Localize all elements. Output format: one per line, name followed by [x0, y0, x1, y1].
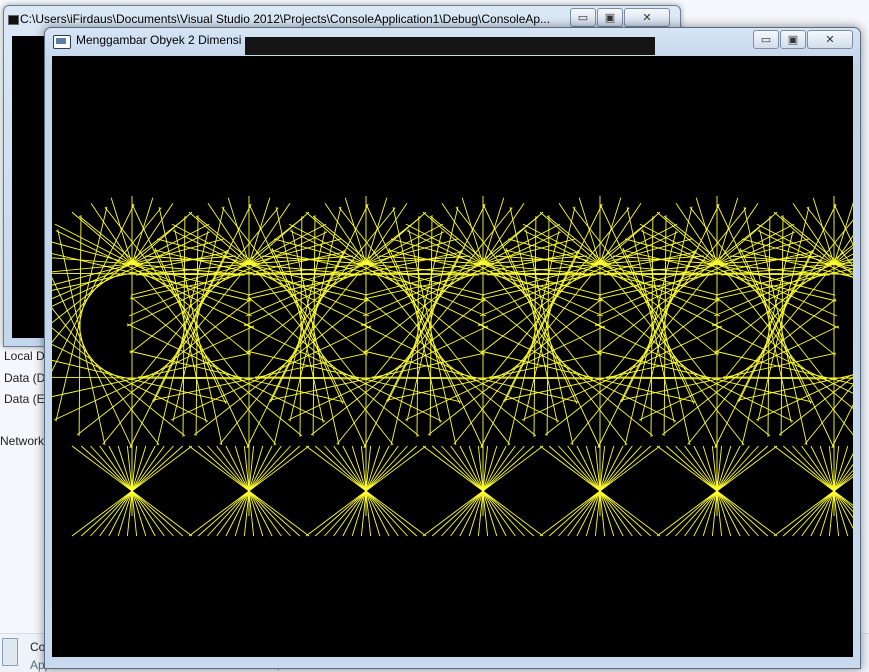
nav-item-data-e[interactable]: Data (E:: [4, 392, 48, 406]
console-icon: [8, 15, 19, 25]
title-bar-shadow: [245, 37, 655, 55]
gl-minimize-button[interactable]: ▭: [753, 30, 779, 49]
gl-window-title: Menggambar Obyek 2 Dimensi: [76, 33, 242, 47]
file-icon: [2, 638, 18, 666]
window-app-icon: [53, 35, 71, 49]
line-pattern-drawing: [52, 196, 853, 537]
pattern-lines: [52, 196, 853, 537]
drawing-canvas[interactable]: [52, 56, 853, 657]
console-minimize-button[interactable]: ▭: [570, 8, 596, 27]
gl-maximize-button[interactable]: ▣: [780, 30, 806, 49]
nav-item-local-disk[interactable]: Local Di: [4, 349, 47, 363]
nav-item-network[interactable]: Network: [0, 434, 44, 448]
opengl-window[interactable]: Menggambar Obyek 2 Dimensi ▭ ▣ ✕: [44, 27, 861, 669]
console-window-title: C:\Users\iFirdaus\Documents\Visual Studi…: [20, 12, 551, 26]
nav-item-data-d[interactable]: Data (D:: [4, 371, 49, 385]
console-close-button[interactable]: ✕: [624, 8, 670, 27]
console-maximize-button[interactable]: ▣: [597, 8, 623, 27]
gl-close-button[interactable]: ✕: [807, 30, 853, 49]
